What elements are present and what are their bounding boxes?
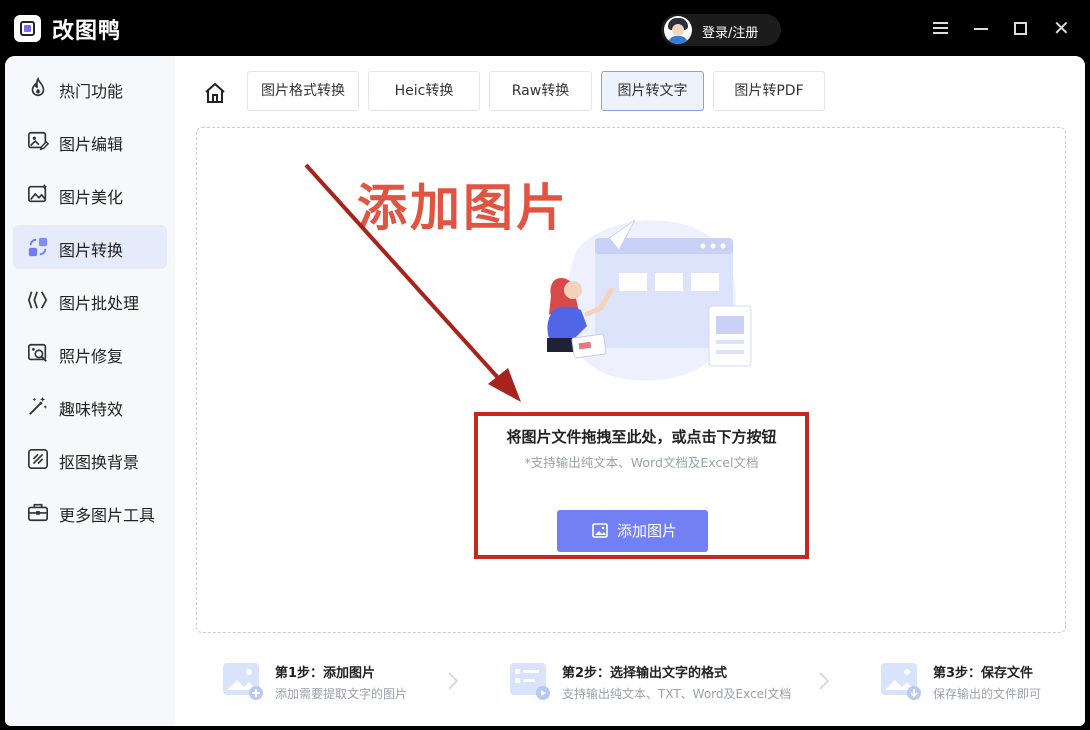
sidebar: 热门功能 图片编辑 图片美化 图片转换 图片批处理 照片修复 趣味特效 抠图换背… — [5, 56, 175, 726]
sidebar-item-label: 照片修复 — [59, 347, 124, 366]
sidebar-item-label: 图片美化 — [59, 188, 124, 207]
step-title: 第2步：选择输出文字的格式 — [562, 666, 728, 681]
cutout-icon — [28, 449, 48, 469]
sidebar-item-effects[interactable]: 趣味特效 — [13, 384, 167, 428]
close-icon[interactable]: ✕ — [1053, 18, 1071, 38]
sidebar-item-beautify[interactable]: 图片美化 — [13, 172, 167, 216]
format-step-icon — [510, 663, 550, 700]
app-title: 改图鸭 — [52, 19, 122, 44]
step-description: 支持输出纯文本、TXT、Word及Excel文档 — [562, 687, 792, 701]
convert-icon — [28, 237, 48, 257]
image-beautify-icon — [28, 183, 48, 203]
save-step-icon — [881, 663, 921, 700]
step-description: 保存输出的文件即可 — [933, 687, 1042, 701]
home-icon[interactable] — [203, 81, 227, 105]
app-body: 热门功能 图片编辑 图片美化 图片转换 图片批处理 照片修复 趣味特效 抠图换背… — [5, 56, 1085, 726]
menu-icon[interactable] — [932, 20, 950, 38]
tab-heic-convert[interactable]: Heic转换 — [368, 71, 480, 111]
add-image-step-icon — [223, 663, 263, 700]
sidebar-item-label: 图片编辑 — [59, 135, 124, 154]
step-title: 第3步：保存文件 — [933, 666, 1034, 681]
title-bar: 改图鸭 登录/注册 ✕ — [0, 0, 1090, 56]
sidebar-item-label: 图片批处理 — [59, 294, 140, 313]
login-button[interactable]: 登录/注册 — [661, 14, 781, 46]
minimize-icon[interactable] — [974, 20, 992, 38]
sidebar-item-batch[interactable]: 图片批处理 — [13, 278, 167, 322]
flame-icon — [31, 77, 45, 97]
chevron-right-icon — [819, 672, 830, 690]
sidebar-item-photo-repair[interactable]: 照片修复 — [13, 331, 167, 375]
maximize-icon[interactable] — [1013, 20, 1031, 38]
drop-zone-subtitle: *支持输出纯文本、Word文档及Excel文档 — [524, 455, 759, 470]
upload-illustration — [547, 219, 752, 381]
step-3: 第3步：保存文件 保存输出的文件即可 — [881, 657, 1071, 707]
app-window: 改图鸭 登录/注册 ✕ 热门功能 图片编辑 图片美化 图片转换 图片批处理 照片… — [0, 0, 1090, 730]
add-image-button-label: 添加图片 — [617, 522, 678, 540]
login-label: 登录/注册 — [702, 26, 759, 41]
toolbox-icon — [28, 503, 48, 522]
sidebar-item-label: 更多图片工具 — [59, 506, 156, 525]
step-2: 第2步：选择输出文字的格式 支持输出纯文本、TXT、Word及Excel文档 — [510, 657, 800, 707]
app-logo-icon — [14, 15, 41, 42]
sidebar-item-image-edit[interactable]: 图片编辑 — [13, 119, 167, 163]
avatar — [664, 16, 692, 44]
step-1: 第1步：添加图片 添加需要提取文字的图片 — [223, 657, 443, 707]
sidebar-item-cutout[interactable]: 抠图换背景 — [13, 437, 167, 481]
sidebar-item-convert[interactable]: 图片转换 — [13, 225, 167, 269]
tab-image-to-text[interactable]: 图片转文字 — [601, 71, 704, 111]
chevron-right-icon — [448, 672, 459, 690]
sidebar-item-hot[interactable]: 热门功能 — [13, 66, 167, 110]
step-description: 添加需要提取文字的图片 — [275, 687, 408, 701]
sidebar-item-label: 抠图换背景 — [59, 453, 140, 472]
magic-wand-icon — [29, 396, 48, 415]
sidebar-item-label: 热门功能 — [59, 82, 124, 101]
sidebar-item-label: 图片转换 — [59, 241, 124, 260]
main-content: 图片格式转换 Heic转换 Raw转换 图片转文字 图片转PDF 添加图片 将图… — [175, 56, 1085, 726]
drop-zone[interactable]: 添加图片 将图片文件拖拽至此处，或点击下方按钮 *支持输出纯文本、Word文档及… — [196, 127, 1066, 633]
image-icon — [592, 523, 608, 538]
image-edit-icon — [28, 131, 49, 151]
sidebar-item-label: 趣味特效 — [59, 400, 124, 419]
tab-image-to-pdf[interactable]: 图片转PDF — [713, 71, 825, 111]
tab-format-convert[interactable]: 图片格式转换 — [247, 71, 359, 111]
tab-raw-convert[interactable]: Raw转换 — [489, 71, 592, 111]
step-title: 第1步：添加图片 — [275, 666, 376, 681]
sidebar-item-more-tools[interactable]: 更多图片工具 — [13, 490, 167, 534]
annotation-highlight-box: 将图片文件拖拽至此处，或点击下方按钮 *支持输出纯文本、Word文档及Excel… — [474, 412, 809, 559]
photo-repair-icon — [28, 343, 47, 362]
batch-icon — [27, 291, 48, 309]
drop-zone-title: 将图片文件拖拽至此处，或点击下方按钮 — [506, 428, 777, 446]
add-image-button[interactable]: 添加图片 — [557, 510, 708, 552]
